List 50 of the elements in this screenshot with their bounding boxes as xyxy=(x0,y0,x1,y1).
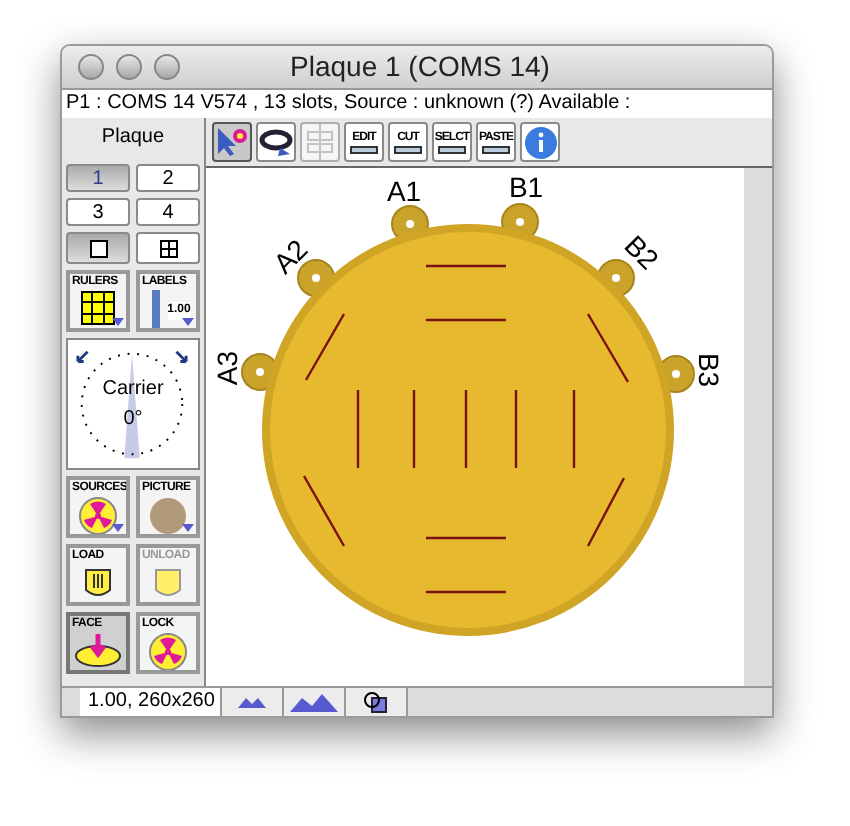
window-control-button[interactable] xyxy=(154,54,180,80)
slot-label: B3 xyxy=(692,352,725,388)
dial-angle: 0° xyxy=(123,406,143,434)
pointer-icon xyxy=(214,126,250,158)
info-icon xyxy=(523,125,557,159)
slot-label: B2 xyxy=(618,228,666,276)
plaque-button[interactable]: 2 xyxy=(136,164,200,192)
small-peaks-icon xyxy=(238,696,266,708)
dropdown-caret-icon xyxy=(112,524,124,532)
slot-label: A3 xyxy=(211,350,244,386)
plaque-button[interactable]: 3 xyxy=(66,198,130,226)
plaque-button[interactable]: 1 xyxy=(66,164,130,192)
info-tool-button[interactable] xyxy=(520,122,560,162)
radiation-icon xyxy=(78,496,118,534)
frame-icon xyxy=(364,691,388,713)
rotate-tool-button[interactable] xyxy=(256,122,296,162)
radiation-icon xyxy=(148,632,188,670)
view-button[interactable] xyxy=(66,232,130,264)
window-control-button[interactable] xyxy=(78,54,104,80)
carrier-dial[interactable]: Carrier 0° xyxy=(66,338,200,470)
window-control-button[interactable] xyxy=(116,54,142,80)
rotate-icon xyxy=(258,126,294,158)
scrollbar[interactable] xyxy=(744,168,772,686)
zoom-in-button[interactable] xyxy=(284,688,346,716)
plate-photo-icon xyxy=(148,496,188,534)
grid-icon xyxy=(80,290,116,326)
large-peaks-icon xyxy=(290,693,338,711)
view-button[interactable] xyxy=(136,232,200,264)
slot-label: A2 xyxy=(266,232,314,280)
dial-ring-icon xyxy=(74,346,190,462)
window-title: Plaque 1 (COMS 14) xyxy=(288,48,552,86)
zoom-readout: 1.00, 260x260 xyxy=(80,688,222,716)
slot-label: A1 xyxy=(386,175,422,208)
dropdown-caret-icon xyxy=(182,524,194,532)
align-icon xyxy=(302,124,338,160)
dropdown-caret-icon xyxy=(182,318,194,326)
plate-arrow-icon xyxy=(74,632,122,668)
grid-icon xyxy=(159,239,177,257)
square-icon xyxy=(89,239,107,257)
plate-canvas[interactable]: A1 B1 A2 B2 A3 B3 xyxy=(206,168,744,686)
pointer-tool-button[interactable] xyxy=(212,122,252,162)
dropdown-caret-icon xyxy=(112,318,124,326)
fit-button[interactable] xyxy=(346,688,408,716)
plate-icon xyxy=(80,564,116,600)
slot-label: B1 xyxy=(508,171,544,204)
plaque-button[interactable]: 4 xyxy=(136,198,200,226)
dial-label: Carrier xyxy=(102,376,164,404)
sidebar-label: Plaque xyxy=(101,124,165,152)
zoom-out-button[interactable] xyxy=(222,688,284,716)
plate-icon xyxy=(150,564,186,600)
